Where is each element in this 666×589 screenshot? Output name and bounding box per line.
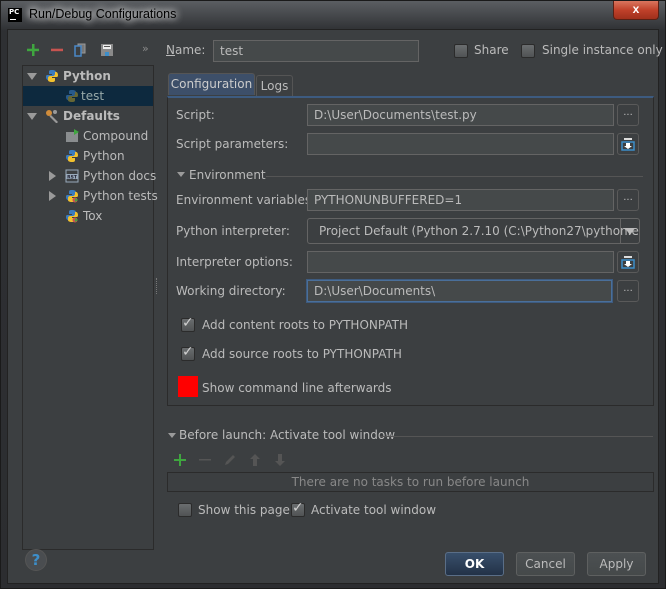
expand-arrow-icon[interactable] [49, 191, 56, 201]
show-page-label[interactable]: Show this page [198, 503, 290, 517]
tree-item-label: Python [63, 69, 111, 83]
tree-item-python-tests[interactable]: Python tests [23, 186, 158, 206]
dialog-content: » Python test Defaults Compound Python R… [7, 29, 663, 584]
share-checkbox[interactable] [454, 44, 468, 58]
tree-item-test[interactable]: test [23, 86, 153, 106]
activate-tool-label[interactable]: Activate tool window [311, 503, 436, 517]
compound-icon [66, 129, 79, 142]
tab-logs[interactable]: Logs [256, 75, 293, 96]
name-label: Name: [166, 43, 206, 57]
python-icon [66, 150, 78, 162]
tree-item-tox[interactable]: Tox [23, 206, 153, 226]
cancel-button[interactable]: Cancel [516, 552, 575, 576]
add-content-roots-checkbox[interactable] [181, 315, 195, 332]
interpreter-value: Project Default (Python 2.7.10 (C:\Pytho… [319, 224, 640, 238]
more-icon[interactable]: » [142, 42, 149, 55]
before-launch-title[interactable]: Before launch: Activate tool window [179, 428, 395, 442]
interp-options-label: Interpreter options: [176, 255, 293, 269]
chevron-down-icon[interactable] [625, 228, 635, 235]
python-tests-icon [66, 190, 78, 203]
remove-icon[interactable] [50, 43, 64, 57]
svg-text:RST: RST [67, 174, 78, 180]
python-icon [66, 90, 78, 102]
apply-button[interactable]: Apply [587, 552, 646, 576]
ok-button[interactable]: OK [445, 552, 504, 576]
single-instance-label[interactable]: Single instance only [542, 43, 663, 57]
tree-item-label: Python tests [83, 189, 158, 203]
tree-item-label: Python docs [83, 169, 157, 183]
pycharm-app-icon: PC [8, 8, 22, 22]
help-button[interactable]: ? [25, 549, 47, 571]
expand-options-button[interactable] [617, 251, 639, 273]
env-vars-label: Environment variables: [176, 193, 316, 207]
show-cmd-label[interactable]: Show command line afterwards [202, 381, 392, 395]
dialog-window: PC Run/Debug Configurations x » Python t… [0, 0, 666, 589]
script-params-label: Script parameters: [176, 137, 289, 151]
wrench-icon [46, 110, 58, 123]
environment-section-title[interactable]: Environment [189, 168, 266, 182]
browse-working-dir-button[interactable]: ... [617, 280, 639, 302]
browse-script-button[interactable]: ... [617, 104, 639, 126]
expand-arrow-icon[interactable] [27, 73, 37, 80]
rst-icon: RST [65, 169, 79, 183]
title-bar: PC Run/Debug Configurations x [1, 1, 665, 29]
env-vars-input[interactable]: PYTHONUNBUFFERED=1 [307, 189, 614, 211]
before-launch-collapse-icon[interactable] [168, 433, 176, 438]
config-tree[interactable]: Python test Defaults Compound Python RST… [22, 65, 158, 550]
tree-item-label: Tox [83, 209, 103, 223]
environment-collapse-icon[interactable] [177, 172, 185, 177]
move-up-icon[interactable] [248, 453, 262, 467]
working-dir-label: Working directory: [176, 284, 286, 298]
tree-item-label: Defaults [63, 109, 120, 123]
expand-arrow-icon[interactable] [27, 113, 37, 120]
add-content-roots-label[interactable]: Add content roots to PYTHONPATH [202, 318, 408, 332]
tab-configuration[interactable]: Configuration [168, 73, 255, 95]
expand-arrow-icon[interactable] [49, 171, 56, 181]
before-launch-separator [380, 436, 653, 437]
single-instance-checkbox[interactable] [521, 44, 535, 58]
script-label: Script: [176, 108, 215, 122]
tasks-list-empty: There are no tasks to run before launch [167, 472, 654, 492]
add-task-icon[interactable] [173, 453, 187, 467]
show-cmd-highlighted-checkbox[interactable] [178, 376, 198, 397]
tree-item-label: Python [83, 149, 125, 163]
tree-item-compound[interactable]: Compound [23, 126, 153, 146]
window-title: Run/Debug Configurations [29, 7, 177, 21]
python-icon [46, 70, 58, 82]
edit-env-vars-button[interactable]: ... [617, 189, 639, 211]
interp-options-input[interactable] [307, 251, 614, 273]
share-label[interactable]: Share [474, 43, 509, 57]
expand-field-icon [621, 256, 635, 269]
tree-item-python[interactable]: Python [23, 66, 153, 86]
script-input[interactable]: D:\User\Documents\test.py [307, 104, 614, 126]
add-source-roots-checkbox[interactable] [181, 344, 195, 361]
tree-item-python-default[interactable]: Python [23, 146, 153, 166]
close-button[interactable]: x [613, 1, 659, 20]
environment-separator [266, 176, 643, 177]
working-dir-input[interactable]: D:\User\Documents\ [307, 280, 612, 302]
edit-task-icon[interactable] [223, 453, 237, 467]
show-page-checkbox[interactable] [178, 503, 192, 517]
name-input[interactable]: test [213, 40, 419, 62]
interpreter-label: Python interpreter: [176, 224, 290, 238]
copy-icon[interactable] [73, 43, 87, 57]
tox-icon [66, 210, 78, 223]
splitter-handle[interactable] [156, 278, 158, 294]
save-icon[interactable] [100, 43, 114, 57]
move-down-icon[interactable] [273, 453, 287, 467]
tree-item-python-docs[interactable]: RST Python docs [23, 166, 157, 186]
tree-item-label: Compound [83, 129, 149, 143]
expand-params-button[interactable] [617, 133, 639, 155]
tree-item-defaults[interactable]: Defaults [23, 106, 153, 126]
interpreter-select[interactable]: Project Default (Python 2.7.10 (C:\Pytho… [307, 218, 640, 244]
add-source-roots-label[interactable]: Add source roots to PYTHONPATH [202, 347, 402, 361]
select-divider [620, 219, 621, 243]
script-params-input[interactable] [307, 133, 614, 155]
tree-item-label: test [81, 89, 105, 103]
expand-field-icon [621, 138, 635, 151]
activate-tool-checkbox[interactable] [291, 500, 305, 517]
add-icon[interactable] [26, 43, 40, 57]
remove-task-icon[interactable] [198, 453, 212, 467]
